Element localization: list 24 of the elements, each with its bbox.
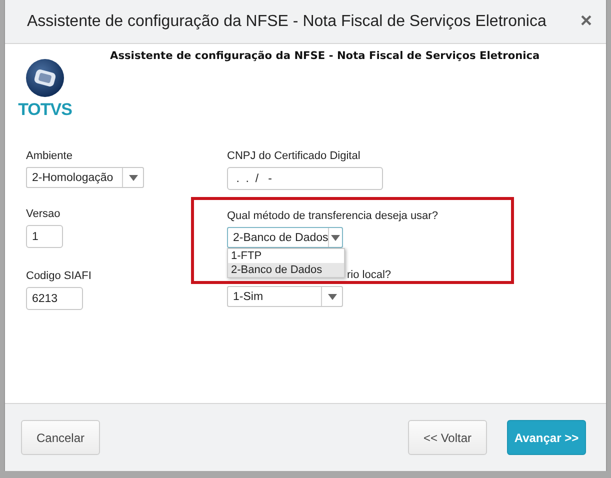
close-button[interactable]: × [580,10,592,33]
logo-text: TOTVS [18,100,72,120]
field-label: Ambiente [26,150,72,162]
field-label: Versao [26,208,60,220]
transfer-method-select[interactable]: 2-Banco de Dados [227,227,343,248]
back-button[interactable]: << Voltar [408,420,487,455]
caret-icon [328,294,336,300]
field-label: Codigo SIAFI [26,270,92,282]
logo-icon [25,58,65,98]
field-label: rio local? [347,269,392,281]
caret-icon [128,174,138,180]
environment-select[interactable]: 2-Homologação [26,167,144,188]
caret-icon [331,234,340,240]
window-title: Assistente de configuração da NFSE - Nota Fiscal de Serviços Eletronica [27,12,548,30]
version-field[interactable]: 1 [26,225,63,248]
cnpj-field[interactable]: . . / - [227,167,383,190]
cancel-button[interactable]: Cancelar [21,420,100,455]
wizard-heading: Assistente de configuração da NFSE - Nota Fiscal de Serviços Eletronica [110,50,540,64]
dropdown-option[interactable]: 2-Banco de Dados [228,263,344,277]
field-label: Qual método de transferencia deseja usar? [227,210,438,222]
local-select[interactable]: 1-Sim [227,286,343,307]
siafi-code-field[interactable]: 6213 [26,287,83,310]
field-label: CNPJ do Certificado Digital [227,150,360,162]
dropdown-option[interactable]: 1-FTP [228,249,344,263]
